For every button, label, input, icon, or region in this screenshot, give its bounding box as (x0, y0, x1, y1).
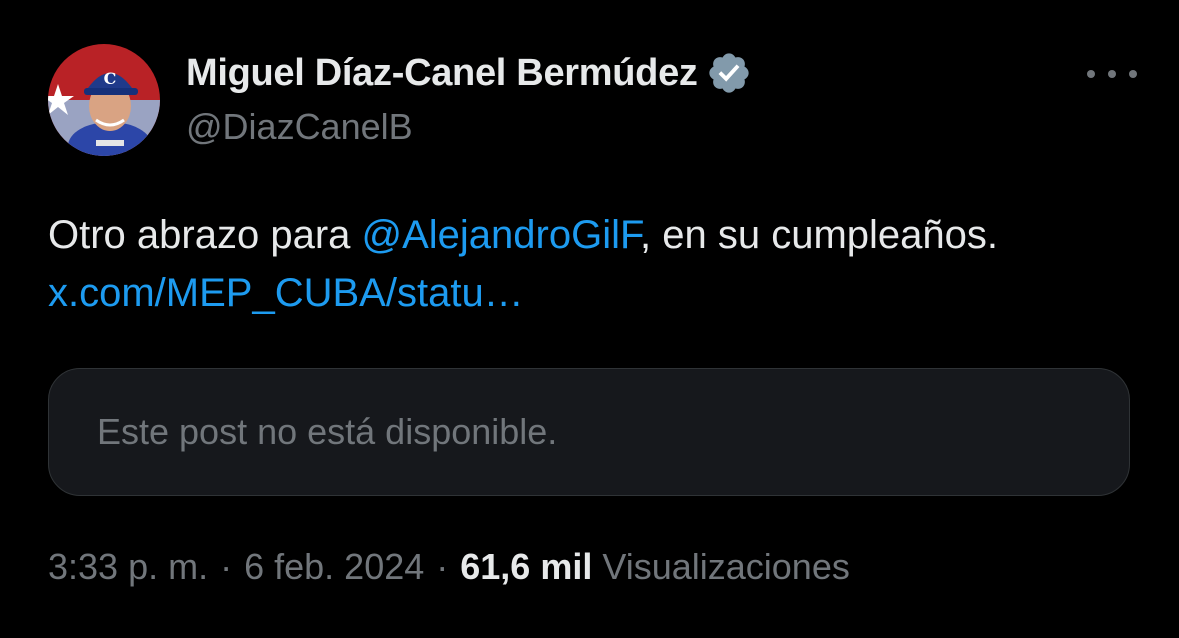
tweet-text: Otro abrazo para @AlejandroGilF, en su c… (48, 206, 1128, 322)
tweet-meta: 3:33 p. m. · 6 feb. 2024 · 61,6 mil Visu… (48, 546, 850, 588)
views-count[interactable]: 61,6 mil (460, 546, 592, 588)
author-handle[interactable]: @DiazCanelB (186, 106, 413, 148)
author-display-name[interactable]: Miguel Díaz-Canel Bermúdez (186, 52, 698, 95)
avatar-image: C (48, 44, 160, 156)
mention-link[interactable]: @AlejandroGilF (362, 213, 641, 257)
url-link[interactable]: x.com/MEP_CUBA/statu… (48, 271, 524, 315)
separator: · (436, 546, 449, 587)
more-options-icon[interactable] (1087, 56, 1137, 92)
avatar[interactable]: C (48, 44, 160, 156)
unavailable-message: Este post no está disponible. (97, 411, 558, 452)
svg-text:C: C (104, 69, 117, 88)
dot (1108, 70, 1116, 78)
separator: · (220, 546, 233, 587)
verified-badge-icon[interactable] (706, 50, 752, 96)
author-name-row[interactable]: Miguel Díaz-Canel Bermúdez (186, 50, 752, 96)
tweet-text-start: Otro abrazo para (48, 213, 362, 257)
tweet-text-middle: , en su cumpleaños. (640, 213, 998, 257)
views-label: Visualizaciones (602, 546, 850, 587)
quoted-post-unavailable: Este post no está disponible. (48, 368, 1130, 496)
tweet-date[interactable]: 6 feb. 2024 (244, 546, 424, 588)
dot (1087, 70, 1095, 78)
dot (1129, 70, 1137, 78)
tweet-time[interactable]: 3:33 p. m. (48, 546, 208, 588)
